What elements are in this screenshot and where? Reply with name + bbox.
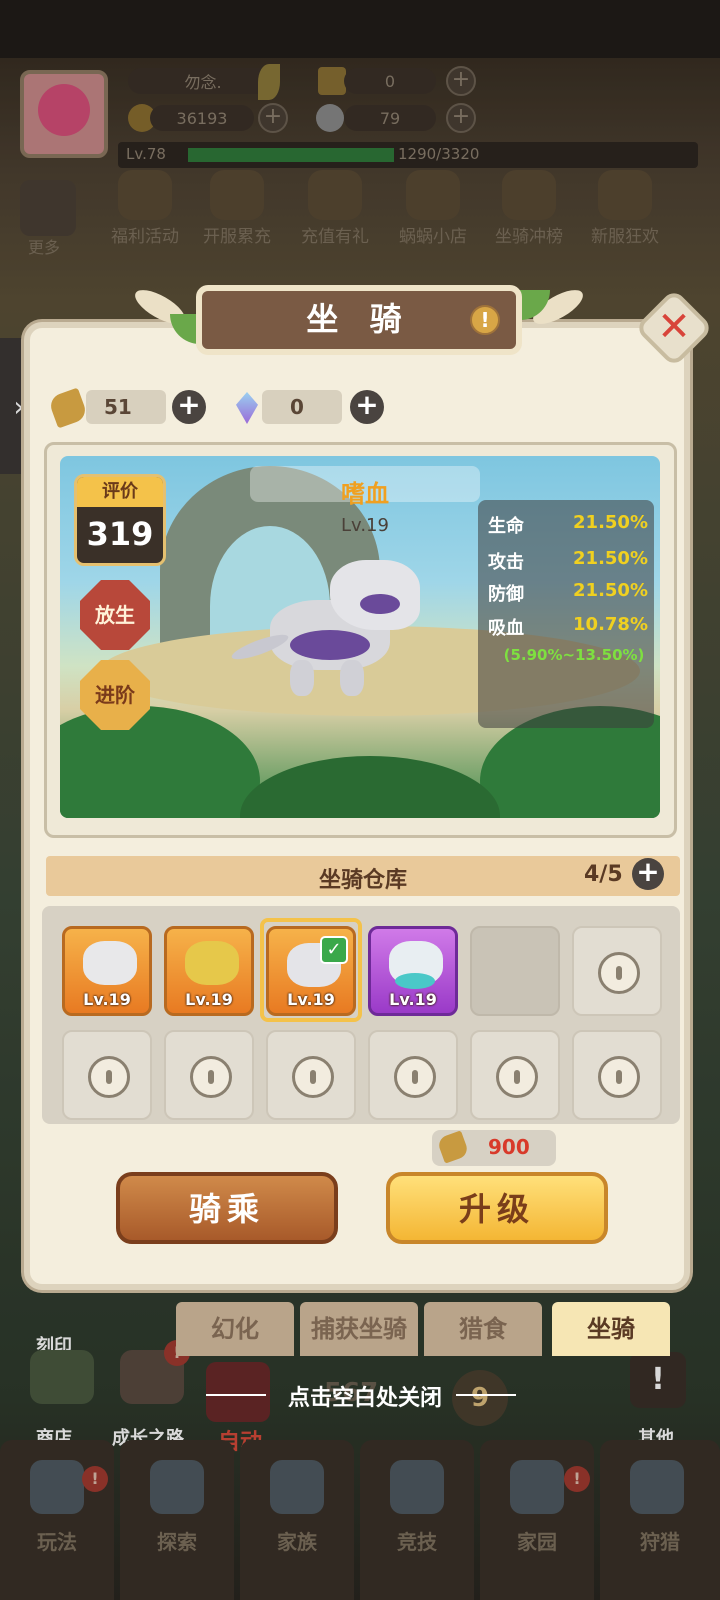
empty-slot[interactable] [470,926,560,1016]
info-button[interactable]: ! [470,305,500,335]
mount-dragon-image[interactable] [229,560,430,700]
lifesteal-range: (5.90%~13.50%) [503,646,645,664]
lock-icon [190,1056,232,1098]
mount-slot[interactable]: Lv.19 [164,926,254,1016]
lock-icon [292,1056,334,1098]
stat-row-attack: 攻击 21.50% [488,548,648,573]
close-icon[interactable]: ✕ [646,300,702,356]
tab-transform[interactable]: 幻化 [176,1302,294,1356]
lock-icon [394,1056,436,1098]
wheat-count: 51 [86,390,166,424]
mount-level: Lv.19 [341,515,389,536]
locked-slot[interactable] [572,926,662,1016]
upgrade-cost-value: 900 [488,1135,530,1159]
ride-button[interactable]: 骑乘 [116,1172,338,1244]
lock-icon [598,952,640,994]
stat-row-hp: 生命 21.50% [488,512,648,537]
advance-button[interactable]: 进阶 [80,660,150,730]
dragon-icon [185,941,239,985]
upgrade-cost: 900 [432,1130,556,1166]
locked-slot[interactable] [368,1030,458,1120]
checkmark-icon: ✓ [320,936,348,964]
foliage [60,706,260,818]
lock-icon [598,1056,640,1098]
add-crystal-button[interactable]: + [350,390,384,424]
mount-slot[interactable]: Lv.19 [368,926,458,1016]
locked-slot[interactable] [62,1030,152,1120]
rating-badge: 评价 319 [74,474,166,566]
tab-capture-mount[interactable]: 捕获坐骑 [300,1302,418,1356]
lock-icon [496,1056,538,1098]
dragon-icon [83,941,137,985]
rating-label: 评价 [77,477,163,507]
wheat-icon [436,1130,470,1164]
rating-value: 319 [86,515,154,553]
add-wheat-button[interactable]: + [172,390,206,424]
stat-row-defense: 防御 21.50% [488,580,648,605]
expand-storage-button[interactable]: + [632,858,664,890]
locked-slot[interactable] [266,1030,356,1120]
storage-header: 坐骑仓库 4/5 + [46,856,680,896]
stat-row-lifesteal: 吸血 10.78% [488,614,648,639]
release-button[interactable]: 放生 [80,580,150,650]
mount-name: 嗜血 [341,480,389,508]
locked-slot[interactable] [470,1030,560,1120]
tab-hunt-food[interactable]: 猎食 [424,1302,542,1356]
upgrade-button[interactable]: 升级 [386,1172,608,1244]
storage-capacity: 4/5 [584,862,623,887]
locked-slot[interactable] [572,1030,662,1120]
lock-icon [88,1056,130,1098]
tab-mount[interactable]: 坐骑 [552,1302,670,1356]
foliage [240,756,500,818]
close-hint: 点击空白处关闭 [287,1386,442,1411]
mount-slot[interactable]: Lv.19 [62,926,152,1016]
locked-slot[interactable] [164,1030,254,1120]
crystal-count: 0 [262,390,342,424]
